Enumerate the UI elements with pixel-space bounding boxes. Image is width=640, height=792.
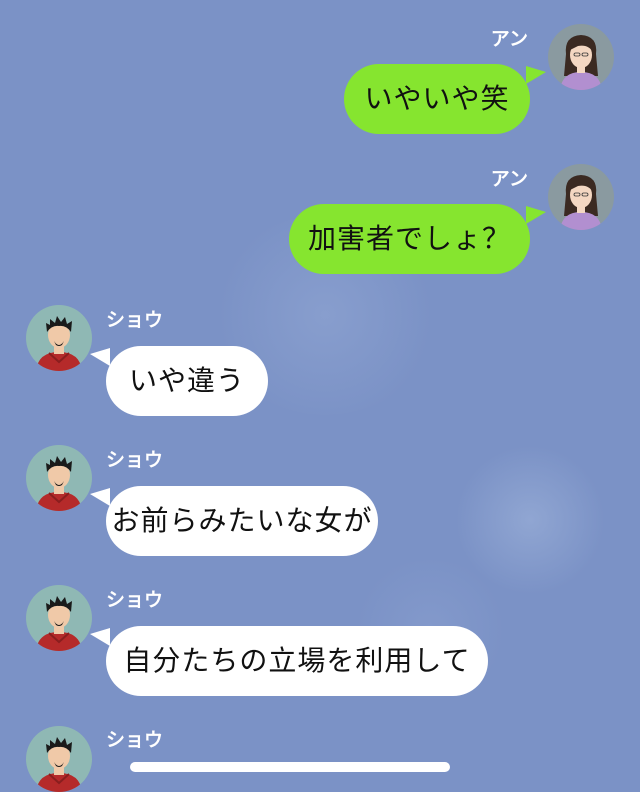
- sender-name: アン: [490, 168, 528, 190]
- sender-name: アン: [490, 28, 528, 50]
- message-bubble-sent[interactable]: いやいや笑: [344, 64, 530, 134]
- message-bubble-received[interactable]: いや違う: [106, 346, 268, 416]
- bubble-tail: [90, 348, 110, 366]
- sender-name: ショウ: [106, 589, 164, 611]
- sender-name: ショウ: [106, 729, 164, 751]
- message-bubble-received[interactable]: [130, 762, 450, 772]
- bubble-tail: [90, 488, 110, 506]
- male-avatar-icon[interactable]: [26, 445, 92, 511]
- bubble-tail: [90, 628, 110, 646]
- female-avatar-icon[interactable]: [548, 24, 614, 90]
- background-light-spot: [455, 445, 605, 595]
- sender-name: ショウ: [106, 449, 164, 471]
- message-bubble-received[interactable]: 自分たちの立場を利用して: [106, 626, 488, 696]
- bubble-tail: [526, 206, 546, 224]
- message-bubble-sent[interactable]: 加害者でしょ？: [289, 204, 530, 274]
- bubble-tail: [526, 66, 546, 84]
- message-bubble-received[interactable]: お前らみたいな女が: [106, 486, 378, 556]
- male-avatar-icon[interactable]: [26, 585, 92, 651]
- sender-name: ショウ: [106, 309, 164, 331]
- male-avatar-icon[interactable]: [26, 726, 92, 792]
- female-avatar-icon[interactable]: [548, 164, 614, 230]
- male-avatar-icon[interactable]: [26, 305, 92, 371]
